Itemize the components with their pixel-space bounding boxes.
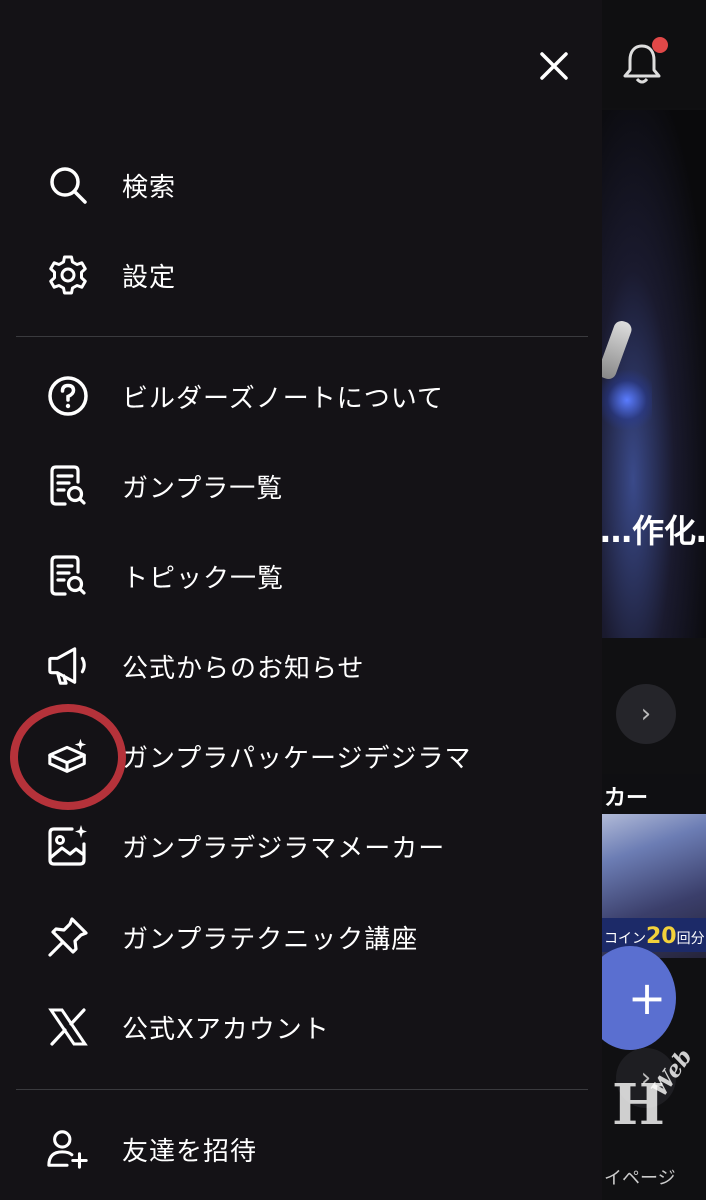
- menu-label-official-x: 公式Xアカウント: [122, 1014, 330, 1045]
- menu-item-about[interactable]: ビルダーズノートについて: [0, 356, 602, 436]
- menu-item-official-x[interactable]: 公式Xアカウント: [0, 987, 602, 1067]
- menu-item-settings[interactable]: 設定: [0, 235, 602, 315]
- menu-label-digirama-maker: ガンプラデジラマメーカー: [122, 833, 446, 864]
- menu-label-settings: 設定: [122, 262, 177, 293]
- menu-label-invite-friends: 友達を招待: [122, 1136, 258, 1167]
- image-sparkle-icon: [46, 824, 90, 868]
- bottom-tab-mypage-label[interactable]: イページ: [604, 1164, 676, 1190]
- divider: [16, 1089, 588, 1090]
- menu-item-digirama-maker[interactable]: ガンプラデジラマメーカー: [0, 806, 602, 886]
- banner-title: カー: [602, 774, 706, 814]
- pin-icon: [46, 915, 90, 959]
- menu-label-gunpla-list: ガンプラ一覧: [122, 473, 284, 504]
- banner-coin-label: コイン: [604, 931, 646, 947]
- menu-item-search[interactable]: 検索: [0, 145, 602, 225]
- menu-item-technique-course[interactable]: ガンプラテクニック講座: [0, 897, 602, 977]
- menu-item-gunpla-list[interactable]: ガンプラ一覧: [0, 446, 602, 526]
- menu-item-announcements[interactable]: 公式からのお知らせ: [0, 626, 602, 706]
- side-drawer: 検索 設定 ビルダーズノートについて ガンプラ一覧 トピック一覧 公式からのお知…: [0, 0, 602, 1200]
- document-search-icon: [46, 464, 90, 508]
- close-button[interactable]: [530, 42, 578, 90]
- divider: [16, 336, 588, 337]
- search-icon: [46, 163, 90, 207]
- banner-coin-number: 20: [646, 924, 677, 949]
- gear-icon: [46, 253, 90, 297]
- add-user-icon: [46, 1127, 90, 1171]
- watermark-logo: H Web: [612, 1044, 698, 1138]
- x-logo-icon: [46, 1005, 90, 1049]
- promo-banner[interactable]: カー コイン20回分 もらえ: [602, 774, 706, 958]
- question-circle-icon: [46, 374, 90, 418]
- highlight-annotation-ring: [10, 704, 126, 810]
- menu-label-about: ビルダーズノートについて: [122, 383, 444, 414]
- menu-label-technique-course: ガンプラテクニック講座: [122, 924, 419, 955]
- carousel-next-button[interactable]: ›: [616, 684, 676, 744]
- megaphone-icon: [46, 644, 90, 688]
- document-search-icon: [46, 554, 90, 598]
- menu-label-announcements: 公式からのお知らせ: [122, 653, 365, 684]
- menu-item-invite-friends[interactable]: 友達を招待: [0, 1109, 602, 1189]
- menu-item-topic-list[interactable]: トピック一覧: [0, 536, 602, 616]
- banner-coin-suffix: 回分 もらえ: [676, 931, 706, 947]
- menu-label-topic-list: トピック一覧: [122, 563, 285, 594]
- hero-title: …作化…: [600, 512, 706, 550]
- close-icon: [538, 50, 570, 82]
- menu-label-search: 検索: [122, 172, 177, 203]
- notification-dot: [652, 37, 668, 53]
- menu-label-package-digirama: ガンプラパッケージデジラマ: [122, 743, 472, 774]
